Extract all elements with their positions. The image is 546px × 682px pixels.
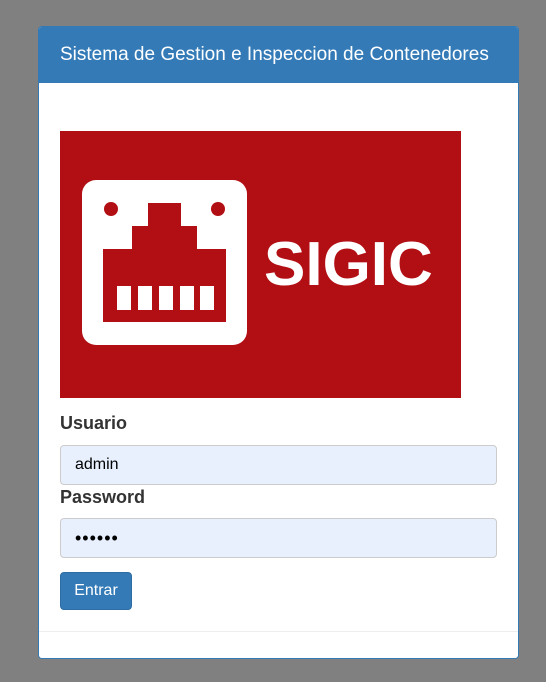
logo-text: SIGIC — [264, 230, 433, 299]
sigic-logo: SIGIC — [60, 131, 461, 398]
usuario-input[interactable]: admin — [60, 445, 497, 485]
password-input[interactable]: •••••• — [60, 518, 497, 558]
entrar-button[interactable]: Entrar — [60, 572, 132, 610]
panel-footer — [39, 631, 518, 658]
panel-title: Sistema de Gestion e Inspeccion de Conte… — [39, 27, 518, 83]
ethernet-port-icon — [82, 180, 247, 345]
login-panel: Sistema de Gestion e Inspeccion de Conte… — [38, 26, 519, 659]
password-label: Password — [60, 487, 146, 507]
panel-body: SIGIC Usuario admin Password •••••• Entr… — [39, 83, 518, 633]
usuario-label: Usuario — [60, 413, 128, 433]
